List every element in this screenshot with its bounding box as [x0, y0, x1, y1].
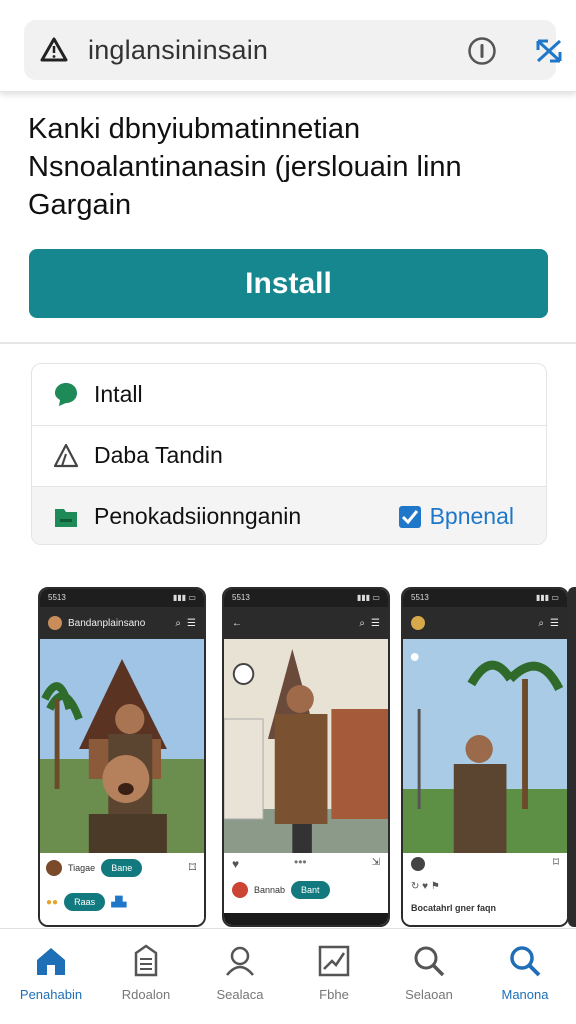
- nav-item-chart[interactable]: Fbhe: [286, 929, 382, 1024]
- option-row-data[interactable]: Daba Tandin: [32, 425, 546, 485]
- search-icon: [510, 946, 541, 977]
- option-label: Daba Tandin: [94, 442, 223, 468]
- reaction-icons: ↻ ♥ ⚑: [411, 881, 440, 892]
- signal-icon: ▮▮▮ ▭: [536, 593, 559, 602]
- share-icon[interactable]: ⇲: [372, 857, 380, 868]
- nav-item-home[interactable]: Penahabin: [3, 929, 99, 1024]
- url-text[interactable]: inglansininsain: [88, 35, 268, 66]
- status-bar: 5513 ▮▮▮ ▭: [403, 589, 567, 607]
- reply-pill[interactable]: Raas: [64, 893, 106, 911]
- nav-label: Sealaca: [216, 987, 264, 1002]
- emoji-icon: ●●: [46, 896, 59, 908]
- app-title: Bandanplainsano: [68, 617, 146, 629]
- post-caption: Tiagae: [68, 863, 96, 873]
- warning-outline-icon: [53, 443, 79, 467]
- menu-icon: ☰: [371, 617, 380, 629]
- options-card: Intall Daba Tandin Penokadsiionnganin Bp…: [31, 363, 547, 545]
- extension-icon[interactable]: [534, 36, 564, 66]
- more-icon[interactable]: •••: [294, 855, 307, 869]
- browser-toolbar: inglansininsain: [0, 0, 576, 92]
- headline-line-1: Kanki dbnyiubmatinnetian: [28, 113, 361, 145]
- back-arrow-icon[interactable]: ←: [232, 618, 242, 629]
- nav-item-search-active[interactable]: Manona: [477, 929, 573, 1024]
- section-divider: [0, 342, 576, 344]
- page-headline: Kanki dbnyiubmatinnetian Nsnoalantinanas…: [28, 110, 558, 224]
- warning-triangle-icon[interactable]: [40, 36, 68, 64]
- document-icon: [134, 944, 158, 977]
- nav-item-search[interactable]: Selaoan: [381, 929, 477, 1024]
- option-row-install[interactable]: Intall: [32, 364, 546, 424]
- follow-pill[interactable]: Bane: [101, 859, 143, 877]
- nav-label: Manona: [501, 987, 549, 1002]
- status-time: 5513: [232, 593, 250, 602]
- screenshot-carousel[interactable]: 5513 ▮▮▮ ▭ Bandanplainsano ⌕ ☰ Tiagae Ba…: [0, 585, 576, 930]
- signal-icon: ▮▮▮ ▭: [173, 593, 196, 602]
- avatar: [232, 882, 248, 898]
- follow-pill[interactable]: Bant: [291, 881, 330, 899]
- screenshot-3[interactable]: 5513 ▮▮▮ ▭ ⌕ ☰ ⌑ ↻ ♥ ⚑ Bocatahrl gner fa…: [401, 587, 569, 927]
- option-row-permission[interactable]: Penokadsiionnganin Bpnenal: [32, 486, 546, 544]
- post-footer: ♥ ••• ⇲ Bannab Bant: [224, 853, 388, 925]
- status-time: 5513: [411, 593, 429, 602]
- screenshot-1[interactable]: 5513 ▮▮▮ ▭ Bandanplainsano ⌕ ☰ Tiagae Ba…: [38, 587, 206, 927]
- screenshot-2[interactable]: 5513 ▮▮▮ ▭ ← ⌕ ☰ ♥ ••• ⇲ Bannab Bant: [222, 587, 390, 927]
- address-bar[interactable]: inglansininsain: [24, 20, 562, 80]
- post-caption: Bannab: [254, 885, 286, 895]
- folder-icon: [55, 508, 77, 527]
- status-bar: 5513 ▮▮▮ ▭: [224, 589, 388, 607]
- avatar: [411, 857, 425, 871]
- chat-bubble-icon: [55, 383, 77, 406]
- screenshot-4-partial[interactable]: [568, 587, 576, 927]
- nav-label: Selaoan: [405, 987, 453, 1002]
- search-icon: [414, 946, 445, 977]
- chart-icon: [318, 945, 350, 977]
- avatar: [48, 616, 62, 630]
- status-time: 5513: [48, 593, 66, 602]
- headline-line-3: Gargain: [28, 189, 132, 221]
- temple-photo: [224, 639, 388, 853]
- post-footer: Tiagae Bane ⌑ ●● Raas ▟▙: [40, 853, 204, 925]
- install-button[interactable]: Install: [29, 249, 548, 318]
- option-action-label: Bpnenal: [429, 503, 514, 529]
- nav-item-document[interactable]: Rdoalon: [98, 929, 194, 1024]
- info-icon[interactable]: [467, 36, 497, 66]
- nav-label: Fbhe: [319, 987, 349, 1002]
- search-icon: ⌕: [538, 617, 545, 629]
- search-icon: ⌕: [175, 617, 182, 629]
- nav-label: Rdoalon: [121, 987, 171, 1002]
- palm-photo: [403, 639, 567, 853]
- home-icon: [37, 948, 65, 975]
- checkbox-icon[interactable]: [398, 505, 422, 529]
- menu-icon: ☰: [550, 617, 559, 629]
- progress-bar[interactable]: [224, 913, 388, 925]
- temple-photo: [40, 639, 204, 853]
- bookmark-icon[interactable]: ⌑: [189, 859, 196, 876]
- avatar: [411, 616, 425, 630]
- app-toolbar: ← ⌕ ☰: [224, 607, 388, 639]
- headline-line-2: Nsnoalantinanasin (jerslouain linn: [28, 151, 462, 183]
- app-toolbar: ⌕ ☰: [403, 607, 567, 639]
- search-icon: ⌕: [359, 617, 366, 629]
- signal-icon: ▮▮▮ ▭: [357, 593, 380, 602]
- nav-label: Penahabin: [19, 987, 83, 1002]
- profile-icon: [226, 946, 254, 976]
- bottom-navigation: Penahabin Rdoalon Sealaca Fbhe Selaoan M…: [0, 928, 576, 1024]
- avatar: [46, 860, 62, 876]
- post-footer: ⌑ ↻ ♥ ⚑ Bocatahrl gner faqn: [403, 853, 567, 925]
- status-bar: 5513 ▮▮▮ ▭: [40, 589, 204, 607]
- chart-icon: ▟▙: [111, 896, 127, 908]
- heart-icon[interactable]: ♥: [232, 857, 239, 871]
- option-label: Intall: [94, 380, 143, 407]
- post-caption: Bocatahrl gner faqn: [411, 903, 497, 913]
- option-label: Penokadsiionnganin: [94, 503, 302, 529]
- app-toolbar: Bandanplainsano ⌕ ☰: [40, 607, 204, 639]
- nav-item-profile[interactable]: Sealaca: [192, 929, 288, 1024]
- bookmark-icon[interactable]: ⌑: [553, 855, 559, 869]
- option-action[interactable]: Bpnenal: [398, 503, 514, 530]
- menu-icon: ☰: [187, 617, 196, 629]
